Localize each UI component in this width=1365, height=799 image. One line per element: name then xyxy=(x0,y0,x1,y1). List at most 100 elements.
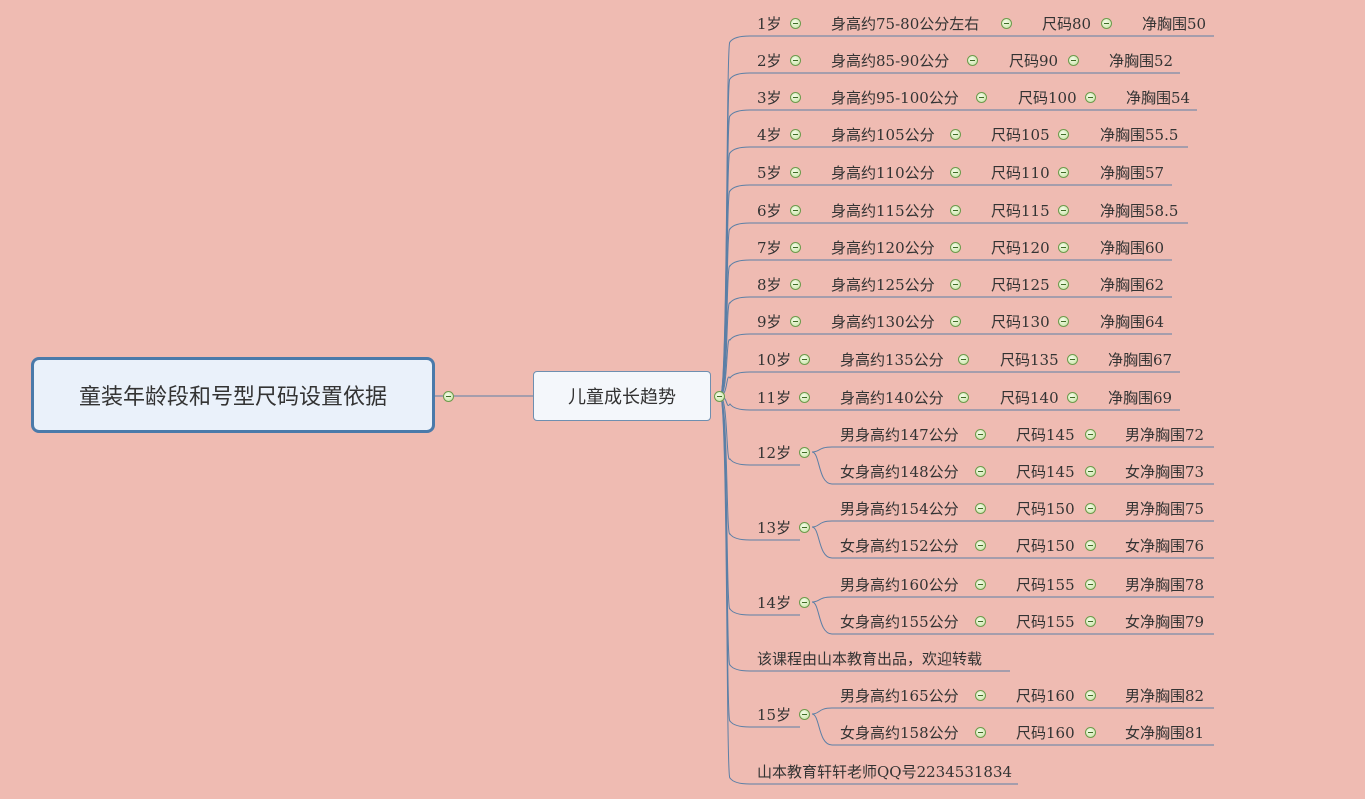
size-collapse-toggle[interactable] xyxy=(1084,539,1096,551)
chest-label[interactable]: 男净胸围72 xyxy=(1125,425,1204,445)
age-collapse-toggle[interactable] xyxy=(789,241,801,253)
chest-label[interactable]: 净胸围67 xyxy=(1108,350,1172,370)
size-label[interactable]: 尺码150 xyxy=(1016,536,1075,556)
chest-label[interactable]: 净胸围54 xyxy=(1126,88,1190,108)
root-topic[interactable]: 童装年龄段和号型尺码设置依据 xyxy=(31,357,435,433)
size-label[interactable]: 尺码160 xyxy=(1016,686,1075,706)
size-label[interactable]: 尺码160 xyxy=(1016,723,1075,743)
height-label[interactable]: 身高约130公分 xyxy=(831,312,935,332)
age-label[interactable]: 7岁 xyxy=(757,238,782,258)
chest-label[interactable]: 女净胸围73 xyxy=(1125,462,1204,482)
height-collapse-toggle[interactable] xyxy=(974,539,986,551)
height-label[interactable]: 身高约140公分 xyxy=(840,388,944,408)
chest-label[interactable]: 净胸围69 xyxy=(1108,388,1172,408)
age-label[interactable]: 2岁 xyxy=(757,51,782,71)
age-collapse-toggle[interactable] xyxy=(789,91,801,103)
size-label[interactable]: 尺码80 xyxy=(1042,14,1091,34)
age-collapse-toggle[interactable] xyxy=(789,278,801,290)
age-collapse-toggle[interactable] xyxy=(789,128,801,140)
size-collapse-toggle[interactable] xyxy=(1057,241,1069,253)
age-collapse-toggle[interactable] xyxy=(798,521,810,533)
age-label[interactable]: 4岁 xyxy=(757,125,782,145)
age-collapse-toggle[interactable] xyxy=(789,54,801,66)
height-label[interactable]: 女身高约158公分 xyxy=(840,723,959,743)
age-collapse-toggle[interactable] xyxy=(789,315,801,327)
age-label[interactable]: 1岁 xyxy=(757,14,782,34)
size-label[interactable]: 尺码145 xyxy=(1016,462,1075,482)
chest-label[interactable]: 男净胸围78 xyxy=(1125,575,1204,595)
height-collapse-toggle[interactable] xyxy=(949,166,961,178)
size-collapse-toggle[interactable] xyxy=(1084,689,1096,701)
size-collapse-toggle[interactable] xyxy=(1084,465,1096,477)
size-label[interactable]: 尺码155 xyxy=(1016,575,1075,595)
height-collapse-toggle[interactable] xyxy=(974,428,986,440)
height-collapse-toggle[interactable] xyxy=(974,502,986,514)
size-label[interactable]: 尺码155 xyxy=(1016,612,1075,632)
age-label[interactable]: 13岁 xyxy=(757,518,791,538)
size-label[interactable]: 尺码150 xyxy=(1016,499,1075,519)
age-collapse-toggle[interactable] xyxy=(798,446,810,458)
height-label[interactable]: 身高约105公分 xyxy=(831,125,935,145)
age-collapse-toggle[interactable] xyxy=(798,391,810,403)
age-label[interactable]: 8岁 xyxy=(757,275,782,295)
chest-label[interactable]: 男净胸围75 xyxy=(1125,499,1204,519)
chest-label[interactable]: 净胸围50 xyxy=(1142,14,1206,34)
age-collapse-toggle[interactable] xyxy=(798,708,810,720)
chest-label[interactable]: 净胸围58.5 xyxy=(1100,201,1178,221)
age-label[interactable]: 14岁 xyxy=(757,593,791,613)
height-label[interactable]: 男身高约160公分 xyxy=(840,575,959,595)
size-collapse-toggle[interactable] xyxy=(1066,391,1078,403)
height-label[interactable]: 男身高约165公分 xyxy=(840,686,959,706)
height-label[interactable]: 男身高约147公分 xyxy=(840,425,959,445)
age-label[interactable]: 15岁 xyxy=(757,705,791,725)
chest-label[interactable]: 净胸围62 xyxy=(1100,275,1164,295)
height-collapse-toggle[interactable] xyxy=(949,204,961,216)
size-collapse-toggle[interactable] xyxy=(1066,353,1078,365)
size-collapse-toggle[interactable] xyxy=(1067,54,1079,66)
height-collapse-toggle[interactable] xyxy=(949,128,961,140)
size-label[interactable]: 尺码145 xyxy=(1016,425,1075,445)
size-label[interactable]: 尺码135 xyxy=(1000,350,1059,370)
chest-label[interactable]: 净胸围57 xyxy=(1100,163,1164,183)
size-collapse-toggle[interactable] xyxy=(1084,91,1096,103)
size-label[interactable]: 尺码105 xyxy=(991,125,1050,145)
age-label[interactable]: 3岁 xyxy=(757,88,782,108)
contact-note-label[interactable]: 山本教育轩轩老师QQ号2234531834 xyxy=(757,762,1012,782)
height-collapse-toggle[interactable] xyxy=(949,315,961,327)
size-collapse-toggle[interactable] xyxy=(1084,615,1096,627)
size-collapse-toggle[interactable] xyxy=(1084,428,1096,440)
height-label[interactable]: 身高约95-100公分 xyxy=(831,88,959,108)
age-label[interactable]: 11岁 xyxy=(757,388,791,408)
size-label[interactable]: 尺码100 xyxy=(1018,88,1077,108)
chest-label[interactable]: 净胸围64 xyxy=(1100,312,1164,332)
age-label[interactable]: 9岁 xyxy=(757,312,782,332)
age-collapse-toggle[interactable] xyxy=(789,166,801,178)
age-label[interactable]: 6岁 xyxy=(757,201,782,221)
size-collapse-toggle[interactable] xyxy=(1084,578,1096,590)
age-collapse-toggle[interactable] xyxy=(798,596,810,608)
age-collapse-toggle[interactable] xyxy=(798,353,810,365)
branch-topic-growth-trend[interactable]: 儿童成长趋势 xyxy=(533,371,711,421)
size-label[interactable]: 尺码115 xyxy=(991,201,1050,221)
size-label[interactable]: 尺码130 xyxy=(991,312,1050,332)
chest-label[interactable]: 净胸围55.5 xyxy=(1100,125,1178,145)
height-collapse-toggle[interactable] xyxy=(957,353,969,365)
height-collapse-toggle[interactable] xyxy=(974,578,986,590)
size-label[interactable]: 尺码90 xyxy=(1009,51,1058,71)
height-label[interactable]: 男身高约154公分 xyxy=(840,499,959,519)
course-note-label[interactable]: 该课程由山本教育出品，欢迎转载 xyxy=(757,649,982,669)
age-collapse-toggle[interactable] xyxy=(789,17,801,29)
size-collapse-toggle[interactable] xyxy=(1084,502,1096,514)
chest-label[interactable]: 净胸围60 xyxy=(1100,238,1164,258)
size-collapse-toggle[interactable] xyxy=(1057,278,1069,290)
size-collapse-toggle[interactable] xyxy=(1084,726,1096,738)
chest-label[interactable]: 净胸围52 xyxy=(1109,51,1173,71)
height-collapse-toggle[interactable] xyxy=(975,91,987,103)
height-collapse-toggle[interactable] xyxy=(949,241,961,253)
height-collapse-toggle[interactable] xyxy=(974,615,986,627)
height-label[interactable]: 身高约125公分 xyxy=(831,275,935,295)
height-collapse-toggle[interactable] xyxy=(974,726,986,738)
size-label[interactable]: 尺码125 xyxy=(991,275,1050,295)
age-label[interactable]: 12岁 xyxy=(757,443,791,463)
chest-label[interactable]: 男净胸围82 xyxy=(1125,686,1204,706)
